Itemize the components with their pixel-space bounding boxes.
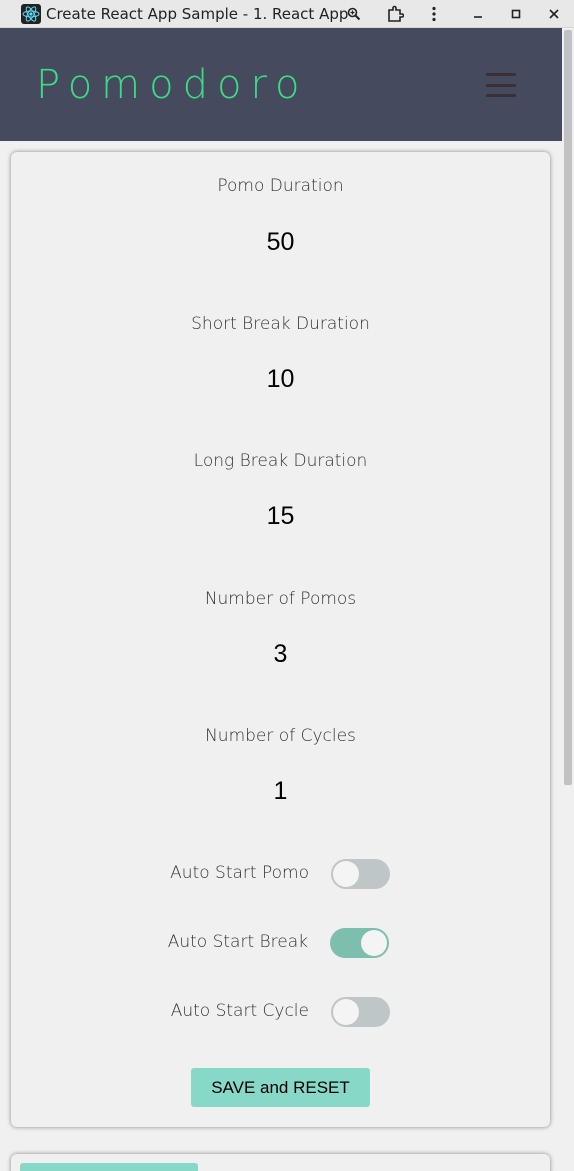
react-logo-icon: [21, 4, 41, 24]
close-icon[interactable]: [543, 3, 565, 25]
auto-start-break-label: Auto Start Break: [167, 932, 308, 952]
short-break-duration-label: Short Break Duration: [191, 314, 370, 334]
minimize-icon[interactable]: [467, 3, 489, 25]
auto-start-cycle-label: Auto Start Cycle: [170, 1001, 309, 1021]
auto-start-cycle-row: Auto Start Cycle: [11, 997, 550, 1029]
auto-start-pomo-row: Auto Start Pomo: [11, 859, 550, 891]
short-break-duration-input[interactable]: 10: [11, 365, 550, 394]
number-of-cycles-input[interactable]: 1: [11, 777, 550, 806]
auto-start-pomo-label: Auto Start Pomo: [170, 863, 309, 883]
auto-start-break-toggle[interactable]: [330, 928, 389, 958]
toggle-knob: [333, 999, 359, 1025]
toggle-knob: [361, 930, 387, 956]
hamburger-menu-icon[interactable]: [486, 73, 516, 97]
browser-titlebar: Create React App Sample - 1. React App: [0, 0, 574, 28]
kebab-menu-icon[interactable]: [423, 3, 445, 25]
page-scrollbar[interactable]: [562, 28, 574, 1171]
timer-tab[interactable]: [20, 1163, 198, 1171]
app-logo: Pomodoro: [36, 62, 309, 108]
maximize-icon[interactable]: [505, 3, 527, 25]
timer-card: [11, 1154, 550, 1171]
pomo-duration-input[interactable]: 50: [11, 228, 550, 257]
auto-start-break-row: Auto Start Break: [11, 928, 550, 960]
auto-start-pomo-toggle[interactable]: [331, 859, 390, 889]
toggle-knob: [333, 861, 359, 887]
long-break-duration-label: Long Break Duration: [193, 451, 368, 471]
number-of-cycles-label: Number of Cycles: [205, 726, 356, 746]
extensions-icon[interactable]: [384, 3, 406, 25]
scrollbar-thumb[interactable]: [564, 30, 572, 785]
settings-card: Pomo Duration 50 Short Break Duration 10…: [11, 152, 550, 1127]
auto-start-cycle-toggle[interactable]: [331, 997, 390, 1027]
pomo-duration-label: Pomo Duration: [217, 176, 344, 196]
save-and-reset-button[interactable]: SAVE and RESET: [191, 1068, 370, 1107]
long-break-duration-input[interactable]: 15: [11, 502, 550, 531]
window-title: Create React App Sample - 1. React App: [46, 5, 349, 23]
number-of-pomos-input[interactable]: 3: [11, 640, 550, 669]
zoom-icon[interactable]: [343, 3, 365, 25]
number-of-pomos-label: Number of Pomos: [204, 589, 357, 609]
